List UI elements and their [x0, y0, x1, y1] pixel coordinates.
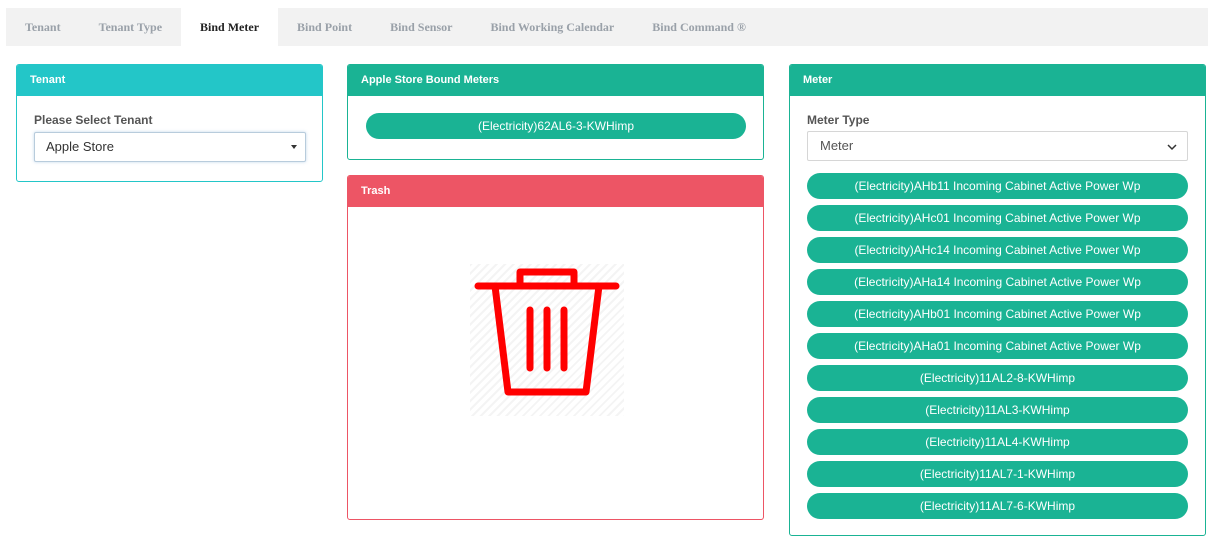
- meter-type-select[interactable]: Meter: [807, 131, 1188, 161]
- tenant-select-label: Please Select Tenant: [34, 113, 153, 127]
- tenant-panel: Tenant Please Select Tenant Apple Store: [16, 64, 323, 182]
- meter-item[interactable]: (Electricity)AHc01 Incoming Cabinet Acti…: [807, 205, 1188, 231]
- tab-tenant[interactable]: Tenant: [6, 8, 80, 46]
- tab-bar: Tenant Tenant Type Bind Meter Bind Point…: [6, 8, 1208, 46]
- tenant-panel-title: Tenant: [17, 65, 322, 96]
- meter-panel-title: Meter: [790, 65, 1205, 96]
- meter-item[interactable]: (Electricity)11AL2-8-KWHimp: [807, 365, 1188, 391]
- trash-panel-title: Trash: [348, 176, 763, 207]
- meter-item[interactable]: (Electricity)AHa14 Incoming Cabinet Acti…: [807, 269, 1188, 295]
- meter-item[interactable]: (Electricity)AHb11 Incoming Cabinet Acti…: [807, 173, 1188, 199]
- meter-item[interactable]: (Electricity)11AL7-1-KWHimp: [807, 461, 1188, 487]
- meter-list: (Electricity)AHb11 Incoming Cabinet Acti…: [807, 173, 1188, 525]
- tab-bind-command[interactable]: Bind Command ®: [633, 8, 765, 46]
- meter-item[interactable]: (Electricity)AHa01 Incoming Cabinet Acti…: [807, 333, 1188, 359]
- tab-bind-working-calendar[interactable]: Bind Working Calendar: [471, 8, 633, 46]
- meter-panel: Meter Meter Type Meter (Electricity)AHb1…: [789, 64, 1206, 536]
- tab-bind-meter[interactable]: Bind Meter: [181, 8, 279, 46]
- trash-panel: Trash: [347, 175, 764, 520]
- trash-icon: [474, 268, 620, 396]
- meter-type-label: Meter Type: [807, 113, 870, 127]
- chevron-down-icon: [1167, 144, 1177, 151]
- meter-item[interactable]: (Electricity)AHb01 Incoming Cabinet Acti…: [807, 301, 1188, 327]
- meter-item[interactable]: (Electricity)AHc14 Incoming Cabinet Acti…: [807, 237, 1188, 263]
- tab-bind-point[interactable]: Bind Point: [278, 8, 371, 46]
- meter-item[interactable]: (Electricity)11AL4-KWHimp: [807, 429, 1188, 455]
- meter-item[interactable]: (Electricity)11AL3-KWHimp: [807, 397, 1188, 423]
- bound-meters-panel-title: Apple Store Bound Meters: [348, 65, 763, 96]
- bound-meter-item[interactable]: (Electricity)62AL6-3-KWHimp: [366, 113, 746, 139]
- caret-down-icon: [291, 145, 297, 149]
- tab-bind-sensor[interactable]: Bind Sensor: [371, 8, 471, 46]
- trash-drop-area[interactable]: [470, 264, 624, 416]
- tab-tenant-type[interactable]: Tenant Type: [80, 8, 181, 46]
- tenant-select[interactable]: Apple Store: [34, 132, 306, 162]
- bound-meters-panel: Apple Store Bound Meters (Electricity)62…: [347, 64, 764, 160]
- tenant-select-value: Apple Store: [46, 139, 114, 154]
- meter-item[interactable]: (Electricity)11AL7-6-KWHimp: [807, 493, 1188, 519]
- meter-type-value: Meter: [820, 138, 854, 153]
